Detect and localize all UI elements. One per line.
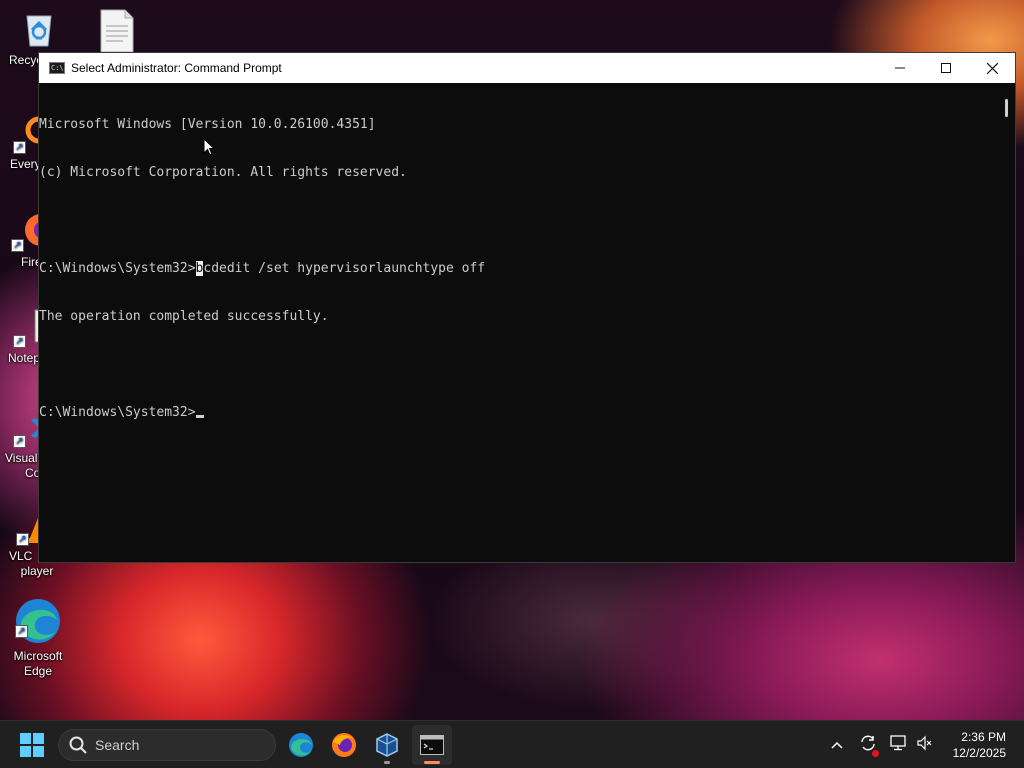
console-prompt: C:\Windows\System32> xyxy=(39,261,196,276)
network-icon xyxy=(890,734,906,750)
console-command-line: C:\Windows\System32>bcdedit /set hypervi… xyxy=(39,261,999,277)
close-icon xyxy=(986,62,998,74)
taskbar-app-firefox[interactable] xyxy=(324,725,364,765)
volume-muted-icon xyxy=(917,735,932,750)
console-prompt: C:\Windows\System32> xyxy=(39,405,196,420)
virtualbox-icon xyxy=(376,733,398,757)
maximize-icon xyxy=(941,63,951,73)
scrollbar-thumb[interactable] xyxy=(1005,99,1008,117)
taskbar-clock[interactable]: 2:36 PM 12/2/2025 xyxy=(953,729,1006,761)
clock-time: 2:36 PM xyxy=(961,730,1006,744)
shortcut-arrow-icon: ↗ xyxy=(15,625,28,638)
mouse-pointer-icon xyxy=(203,138,215,156)
taskbar-search-box[interactable]: Search xyxy=(58,729,276,761)
alert-dot-icon xyxy=(872,749,879,757)
sync-status-button[interactable] xyxy=(859,734,879,757)
window-controls xyxy=(877,53,1015,83)
taskbar: Search 2:36 PM 12/2/2025 xyxy=(0,720,1024,768)
edge-icon xyxy=(289,733,313,757)
window-titlebar[interactable]: C:\ Select Administrator: Command Prompt xyxy=(39,53,1015,83)
taskbar-app-virtualbox[interactable] xyxy=(367,725,407,765)
search-placeholder: Search xyxy=(95,737,140,753)
minimize-button[interactable] xyxy=(877,53,923,83)
console-output[interactable]: Microsoft Windows [Version 10.0.26100.43… xyxy=(39,83,999,562)
console-line: (c) Microsoft Corporation. All rights re… xyxy=(39,165,407,180)
console-line: Microsoft Windows [Version 10.0.26100.43… xyxy=(39,117,376,132)
start-icon xyxy=(20,733,44,757)
taskbar-app-edge[interactable] xyxy=(281,725,321,765)
desktop-icon-label-line2: player xyxy=(20,564,54,578)
recycle-bin-icon xyxy=(18,8,60,50)
network-button[interactable] xyxy=(890,734,908,756)
vertical-scrollbar[interactable] xyxy=(999,83,1015,562)
clock-date: 12/2/2025 xyxy=(952,746,1006,760)
firefox-icon xyxy=(332,733,356,757)
text-cursor xyxy=(195,415,204,418)
desktop-icon-label: Microsoft xyxy=(13,649,63,663)
sync-icon xyxy=(861,735,875,750)
console-icon: C:\ xyxy=(49,62,65,74)
system-tray xyxy=(828,721,932,768)
document-icon xyxy=(95,8,137,53)
command-prompt-window[interactable]: C:\ Select Administrator: Command Prompt… xyxy=(38,52,1016,563)
chevron-up-icon xyxy=(831,741,843,749)
console-input-line[interactable]: C:\Windows\System32> xyxy=(39,405,999,421)
shortcut-arrow-icon: ↗ xyxy=(16,533,29,546)
shortcut-arrow-icon: ↗ xyxy=(13,335,26,348)
console-line: The operation completed successfully. xyxy=(39,309,329,324)
minimize-icon xyxy=(895,67,905,69)
maximize-button[interactable] xyxy=(923,53,969,83)
shortcut-arrow-icon: ↗ xyxy=(13,141,26,154)
running-indicator xyxy=(384,761,390,764)
start-button[interactable] xyxy=(12,725,52,765)
window-title: Select Administrator: Command Prompt xyxy=(71,61,282,75)
desktop-icon-edge[interactable]: ↗ Microsoft Edge xyxy=(0,596,76,679)
active-indicator xyxy=(424,761,440,764)
shortcut-arrow-icon: ↗ xyxy=(13,435,26,448)
desktop-icon-label-line2: Edge xyxy=(23,664,53,678)
desktop-icon-document[interactable] xyxy=(78,8,154,53)
close-button[interactable] xyxy=(969,53,1015,83)
console-command: cdedit /set hypervisorlaunchtype off xyxy=(203,261,486,276)
taskbar-app-terminal[interactable] xyxy=(412,725,452,765)
volume-button[interactable] xyxy=(916,735,932,756)
shortcut-arrow-icon: ↗ xyxy=(11,239,24,252)
show-hidden-icons-button[interactable] xyxy=(828,741,846,749)
search-icon xyxy=(69,736,87,754)
terminal-icon xyxy=(420,735,444,755)
edge-icon: ↗ xyxy=(13,596,63,646)
